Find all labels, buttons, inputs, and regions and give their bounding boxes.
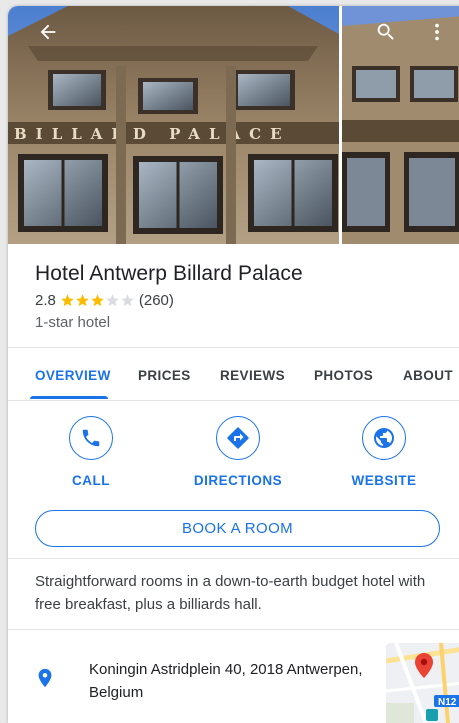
tab-bar: OVERVIEW PRICES REVIEWS PHOTOS ABOUT bbox=[8, 348, 459, 400]
website-label: WEBSITE bbox=[351, 473, 417, 488]
quick-actions: CALL DIRECTIONS WEBSITE bbox=[8, 416, 459, 496]
hotel-header: Hotel Antwerp Billard Palace 2.8 (260) 1… bbox=[35, 260, 454, 331]
call-button[interactable]: CALL bbox=[36, 416, 146, 488]
globe-icon bbox=[374, 428, 394, 448]
website-button-circle bbox=[362, 416, 406, 460]
call-label: CALL bbox=[72, 473, 110, 488]
road-shield-label: N12 bbox=[438, 697, 457, 708]
star-icon-empty bbox=[106, 293, 119, 306]
tab-reviews[interactable]: REVIEWS bbox=[220, 368, 285, 383]
divider bbox=[8, 558, 459, 559]
hotel-name: Hotel Antwerp Billard Palace bbox=[35, 262, 303, 285]
star-rating bbox=[60, 293, 135, 308]
book-room-button[interactable]: BOOK A ROOM bbox=[35, 510, 440, 547]
arrow-back-icon bbox=[40, 24, 56, 40]
star-icon-full bbox=[76, 293, 89, 306]
place-card: BILLARD PALACE Hotel Antwerp Billard Pal… bbox=[8, 6, 459, 723]
hotel-description: Straightforward rooms in a down-to-earth… bbox=[35, 573, 426, 613]
divider bbox=[8, 629, 459, 630]
photo-carousel[interactable]: BILLARD PALACE bbox=[8, 6, 459, 244]
directions-button[interactable]: DIRECTIONS bbox=[183, 416, 293, 488]
location-pin-icon bbox=[38, 668, 52, 688]
call-button-circle bbox=[69, 416, 113, 460]
tab-overview[interactable]: OVERVIEW bbox=[35, 368, 111, 383]
star-icon-full bbox=[61, 293, 74, 306]
facade-sign-text: BILLARD PALACE bbox=[14, 125, 291, 143]
hotel-class: 1-star hotel bbox=[35, 314, 111, 331]
tab-prices[interactable]: PRICES bbox=[138, 368, 191, 383]
tab-photos[interactable]: PHOTOS bbox=[314, 368, 373, 383]
directions-label: DIRECTIONS bbox=[193, 473, 283, 488]
directions-button-circle bbox=[216, 416, 260, 460]
transit-icon bbox=[426, 709, 438, 721]
divider bbox=[8, 400, 459, 401]
back-button[interactable] bbox=[32, 16, 64, 48]
search-button[interactable] bbox=[370, 16, 402, 48]
star-icon-full bbox=[91, 293, 104, 306]
review-count: (260) bbox=[138, 291, 174, 309]
map-thumbnail[interactable]: N12 bbox=[386, 643, 459, 723]
phone-icon bbox=[82, 429, 100, 447]
more-vert-icon bbox=[435, 23, 439, 41]
rating-row[interactable]: 2.8 (260) bbox=[35, 290, 454, 310]
star-icon-empty bbox=[121, 293, 134, 306]
more-options-button[interactable] bbox=[421, 16, 453, 48]
active-tab-indicator bbox=[30, 396, 108, 399]
address-row[interactable]: Koningin Astridplein 40, 2018 Antwerpen,… bbox=[8, 634, 459, 723]
directions-icon bbox=[227, 427, 249, 449]
tab-about[interactable]: ABOUT bbox=[403, 368, 453, 383]
search-icon bbox=[377, 23, 394, 40]
website-button[interactable]: WEBSITE bbox=[329, 416, 439, 488]
address-text: Koningin Astridplein 40, 2018 Antwerpen,… bbox=[89, 661, 363, 701]
rating-score: 2.8 bbox=[35, 291, 56, 309]
